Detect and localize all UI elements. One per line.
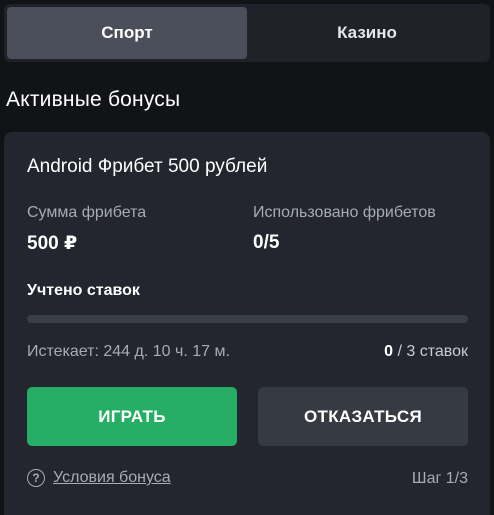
bets-done: 0 (384, 343, 394, 360)
tab-sport[interactable]: Спорт (7, 7, 247, 59)
play-button[interactable]: ИГРАТЬ (27, 387, 237, 446)
expiry-text: Истекает: 244 д. 10 ч. 17 м. (27, 343, 230, 360)
step-indicator: Шаг 1/3 (411, 470, 468, 487)
bonus-title: Android Фрибет 500 рублей (27, 156, 268, 177)
page-title: Активные бонусы (6, 88, 181, 111)
amount-label: Сумма фрибета (27, 204, 147, 221)
tab-casino[interactable]: Казино (247, 7, 487, 59)
decline-button[interactable]: ОТКАЗАТЬСЯ (258, 387, 468, 446)
help-icon: ? (27, 469, 45, 487)
used-value: 0/5 (253, 232, 280, 253)
tab-switcher: Спорт Казино (4, 4, 490, 62)
bonus-card: Android Фрибет 500 рублей Сумма фрибета … (4, 132, 490, 515)
used-label: Использовано фрибетов (253, 204, 436, 221)
bets-counted-label: Учтено ставок (27, 282, 140, 299)
bets-count: 0 / 3 ставок (384, 343, 468, 361)
bonus-terms-link[interactable]: ? Условия бонуса (27, 469, 171, 487)
terms-link-text[interactable]: Условия бонуса (53, 469, 171, 487)
bets-progress-bar (27, 315, 468, 323)
bets-total: / 3 ставок (393, 343, 468, 360)
amount-value: 500 ₽ (27, 233, 78, 254)
